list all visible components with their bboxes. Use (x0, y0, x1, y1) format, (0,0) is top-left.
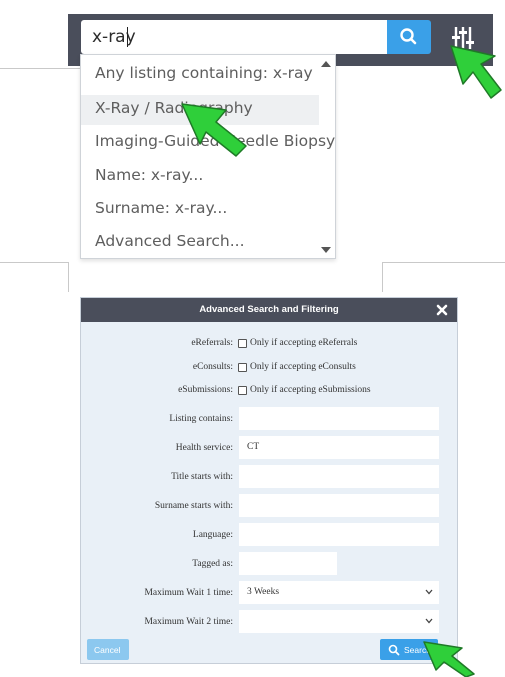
surname-starts-label: Surname starts with: (154, 501, 233, 511)
ereferrals-checkbox[interactable] (238, 339, 247, 348)
health-service-label: Health service: (175, 443, 233, 453)
search-input[interactable]: x-ray (81, 20, 387, 54)
cancel-button-label: Cancel (94, 645, 121, 655)
chevron-down-icon (425, 618, 433, 624)
health-service-input[interactable]: CT (239, 436, 439, 459)
ereferrals-text: Only if accepting eReferrals (250, 338, 358, 348)
page-divider (382, 262, 505, 263)
dropdown-item-surname[interactable]: Surname: x-ray... (95, 199, 227, 227)
pointer-cursor-icon (181, 103, 247, 157)
search-icon (400, 28, 417, 45)
scroll-up-icon[interactable] (320, 59, 332, 69)
pointer-cursor-icon (450, 45, 502, 99)
esubmissions-text: Only if accepting eSubmissions (250, 385, 371, 395)
page-divider (382, 262, 383, 292)
title-starts-input[interactable] (239, 465, 439, 488)
search-button[interactable] (387, 20, 431, 54)
max-wait-2-label: Maximum Wait 2 time: (144, 617, 233, 627)
cancel-button[interactable]: Cancel (87, 639, 129, 660)
listing-contains-input[interactable] (239, 407, 439, 430)
tagged-as-label: Tagged as: (192, 559, 233, 569)
econsults-text: Only if accepting eConsults (250, 362, 356, 372)
surname-starts-input[interactable] (239, 494, 439, 517)
dropdown-item-any-listing[interactable]: Any listing containing: x-ray (95, 64, 313, 92)
modal-title: Advanced Search and Filtering (199, 304, 339, 315)
search-icon (388, 644, 400, 656)
dropdown-item-advanced-search[interactable]: Advanced Search... (95, 232, 245, 260)
title-starts-label: Title starts with: (171, 472, 233, 482)
max-wait-1-select[interactable]: 3 Weeks (239, 581, 439, 604)
screenshot-stage: x-ray Any listing containing: x-ray X-Ra… (0, 0, 505, 677)
language-label: Language: (192, 530, 233, 540)
scroll-down-icon[interactable] (320, 245, 332, 255)
text-caret (127, 27, 128, 47)
dropdown-scrollbar[interactable] (320, 59, 332, 255)
close-icon[interactable] (435, 303, 449, 317)
health-service-value: CT (247, 442, 260, 452)
page-divider (0, 262, 68, 263)
chevron-down-icon (425, 589, 433, 595)
max-wait-2-select[interactable] (239, 610, 439, 633)
econsults-label: eConsults: (192, 362, 233, 372)
listing-contains-label: Listing contains: (169, 414, 233, 424)
max-wait-1-value: 3 Weeks (247, 587, 280, 597)
max-wait-1-label: Maximum Wait 1 time: (144, 588, 233, 598)
page-divider (0, 68, 80, 69)
advanced-search-modal: Advanced Search and Filtering eReferrals… (80, 297, 458, 664)
ereferrals-label: eReferrals: (191, 338, 233, 348)
dropdown-item-name[interactable]: Name: x-ray... (95, 166, 203, 194)
pointer-cursor-icon (423, 641, 475, 677)
page-divider (68, 262, 69, 292)
modal-header: Advanced Search and Filtering (81, 298, 457, 322)
esubmissions-label: eSubmissions: (178, 385, 233, 395)
tagged-as-input[interactable] (239, 552, 337, 575)
language-input[interactable] (239, 523, 439, 546)
econsults-checkbox[interactable] (238, 363, 247, 372)
esubmissions-checkbox[interactable] (238, 386, 247, 395)
search-input-value: x-ray (92, 27, 136, 47)
